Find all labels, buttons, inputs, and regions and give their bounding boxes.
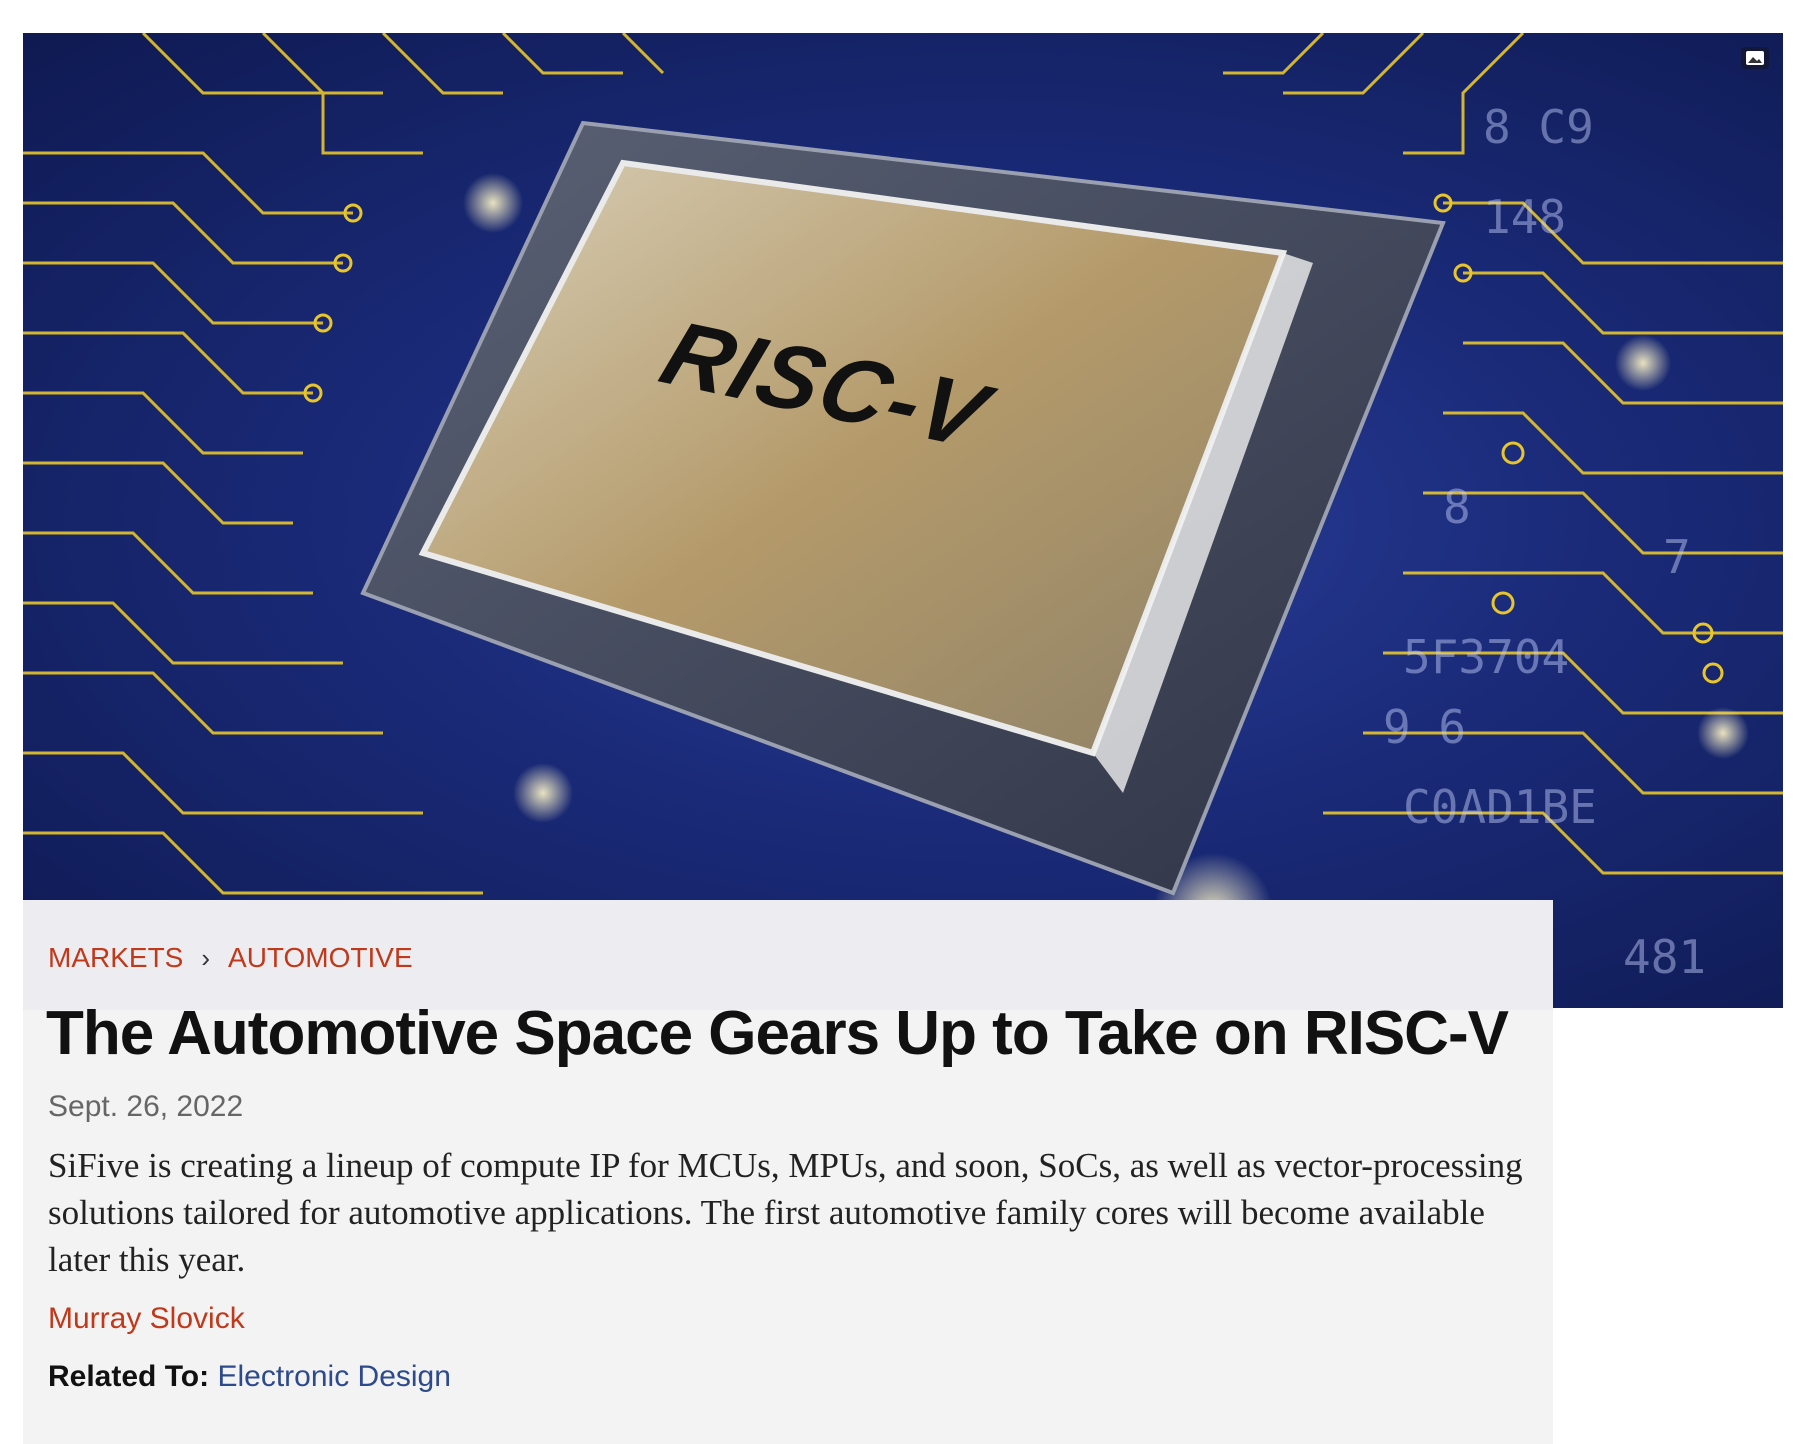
- svg-text:148: 148: [1483, 190, 1566, 244]
- breadcrumb: MARKETS › AUTOMOTIVE: [48, 942, 413, 974]
- breadcrumb-markets-link[interactable]: MARKETS: [48, 942, 183, 974]
- related-to: Related To: Electronic Design: [48, 1360, 451, 1394]
- image-icon: [1746, 51, 1764, 65]
- image-expand-button[interactable]: [1741, 47, 1769, 69]
- breadcrumb-automotive-link[interactable]: AUTOMOTIVE: [228, 942, 413, 974]
- svg-text:9 6: 9 6: [1383, 700, 1466, 754]
- related-label: Related To:: [48, 1360, 210, 1393]
- author-link[interactable]: Murray Slovick: [48, 1302, 245, 1336]
- chevron-right-icon: ›: [201, 942, 211, 973]
- article-date: Sept. 26, 2022: [48, 1090, 244, 1123]
- svg-text:5F3704: 5F3704: [1403, 630, 1569, 684]
- svg-text:7: 7: [1663, 530, 1691, 584]
- svg-text:C0AD1BE: C0AD1BE: [1403, 780, 1597, 834]
- circuit-board-illustration: 5F3704 C0AD1BE 8 C9 148 8 7 9 6 481 BE: [23, 33, 1783, 1008]
- related-link[interactable]: Electronic Design: [217, 1360, 450, 1393]
- article-summary: SiFive is creating a lineup of compute I…: [48, 1146, 1523, 1279]
- svg-text:481: 481: [1623, 930, 1706, 984]
- article-title: The Automotive Space Gears Up to Take on…: [46, 999, 1509, 1068]
- svg-text:8: 8: [1443, 480, 1471, 534]
- hero-image: 5F3704 C0AD1BE 8 C9 148 8 7 9 6 481 BE R…: [23, 33, 1783, 1008]
- svg-text:8 C9: 8 C9: [1483, 100, 1594, 154]
